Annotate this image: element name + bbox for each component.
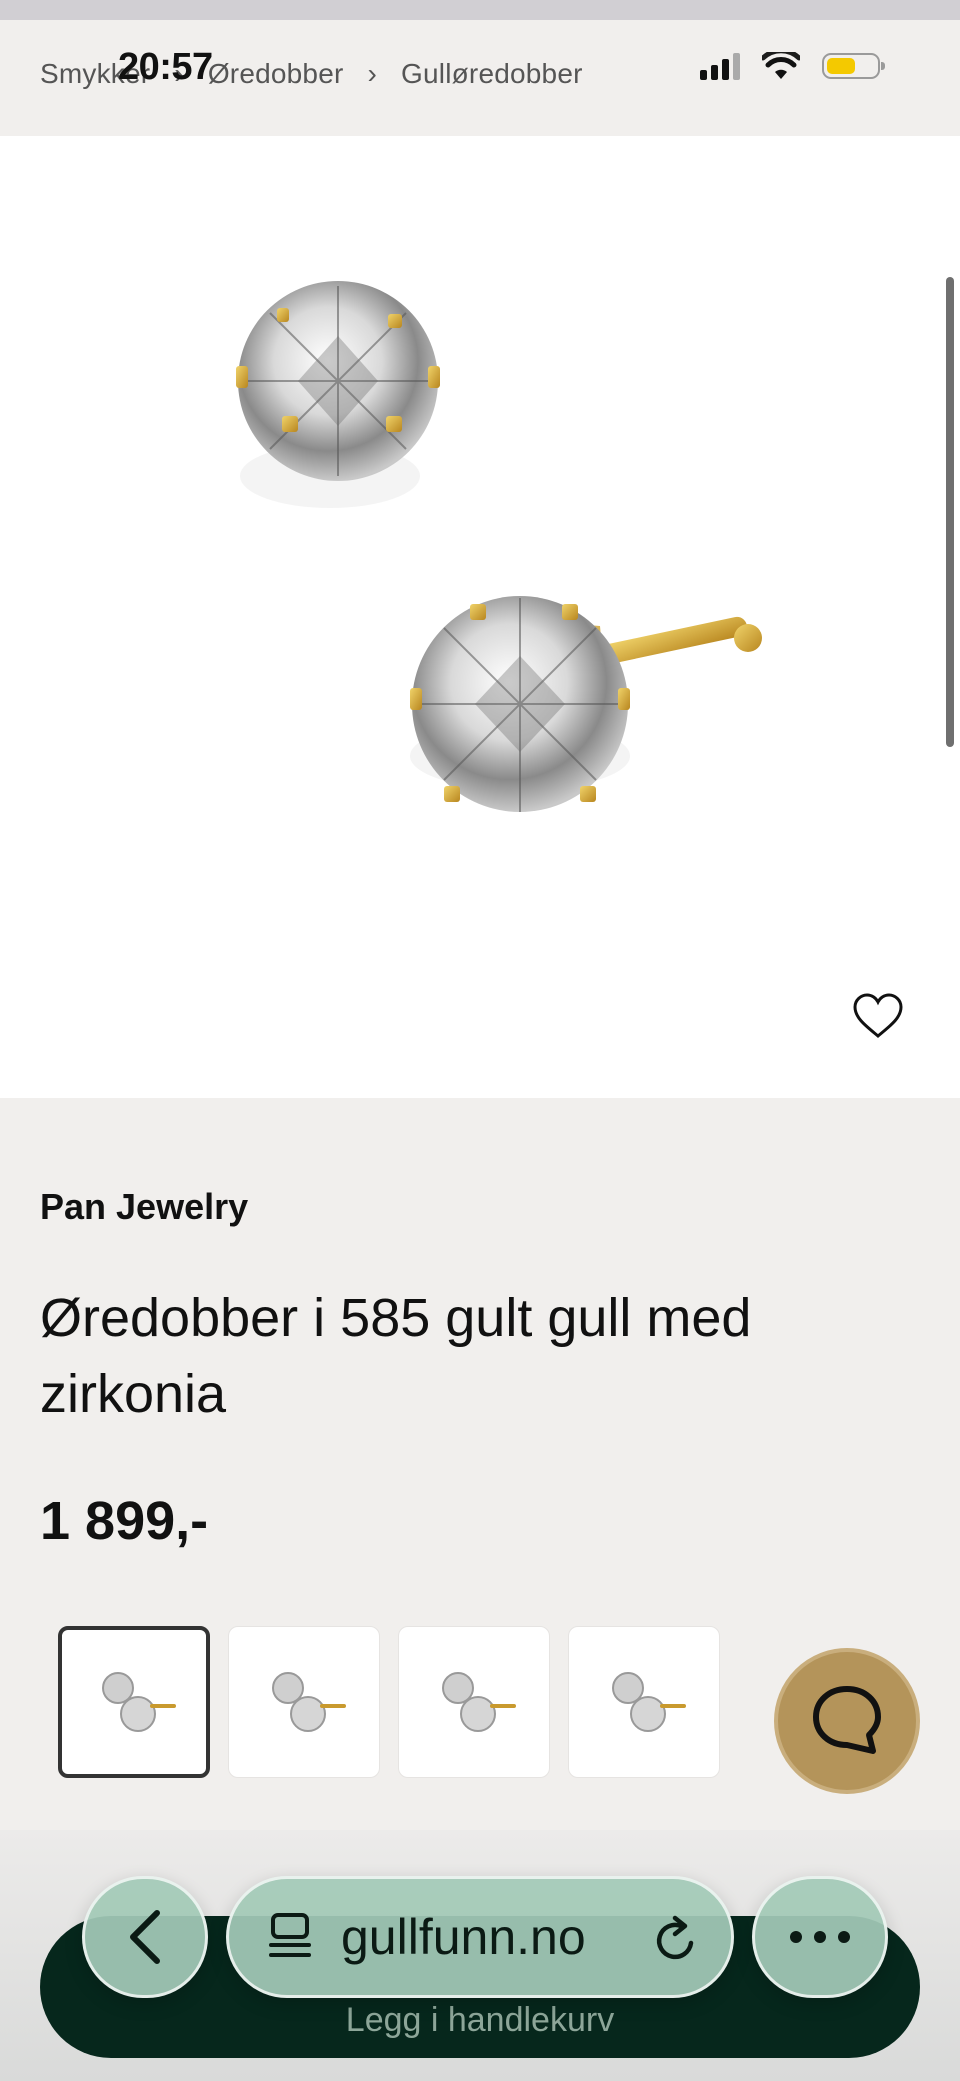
wifi-icon (762, 52, 800, 79)
thumbnail-4[interactable] (568, 1626, 720, 1778)
browser-more-button[interactable] (752, 1876, 888, 1998)
thumbnail-1[interactable] (58, 1626, 210, 1778)
product-brand[interactable]: Pan Jewelry (40, 1186, 248, 1228)
chat-bubble-icon (813, 1686, 881, 1754)
reload-icon[interactable] (651, 1913, 701, 1967)
reader-icon (269, 1913, 311, 1957)
browser-url-text: gullfunn.no (341, 1909, 586, 1965)
earrings-thumbnail-image (102, 1672, 176, 1732)
chat-button[interactable] (774, 1648, 920, 1794)
battery-icon (822, 53, 885, 79)
thumbnail-2[interactable] (228, 1626, 380, 1778)
thumbnail-strip (58, 1626, 720, 1778)
scrollbar[interactable] (946, 277, 954, 747)
product-image[interactable] (0, 136, 960, 1098)
browser-back-button[interactable] (82, 1876, 208, 1998)
breadcrumb-item-oredobber[interactable]: Øredobber (208, 58, 344, 89)
earrings-thumbnail-image (442, 1672, 516, 1732)
status-time: 20:57 (118, 46, 213, 88)
ellipsis-icon (790, 1931, 850, 1943)
thumbnail-3[interactable] (398, 1626, 550, 1778)
product-price: 1 899,- (40, 1491, 209, 1551)
heart-icon[interactable] (852, 992, 904, 1040)
breadcrumb-item-gulloredobber[interactable]: Gulløredobber (401, 58, 583, 89)
browser-url-bar[interactable]: gullfunn.no (226, 1876, 734, 1998)
chevron-left-icon (130, 1910, 160, 1964)
earrings-thumbnail-image (612, 1672, 686, 1732)
status-icons (700, 52, 885, 80)
top-status-band (0, 0, 960, 20)
cellular-signal-icon (700, 52, 740, 80)
add-to-cart-label: Legg i handlekurv (345, 2001, 615, 2039)
earrings-image (236, 281, 762, 812)
product-title: Øredobber i 585 gult gull med zirkonia (40, 1288, 752, 1424)
chevron-right-icon: › (367, 58, 378, 89)
earrings-thumbnail-image (272, 1672, 346, 1732)
